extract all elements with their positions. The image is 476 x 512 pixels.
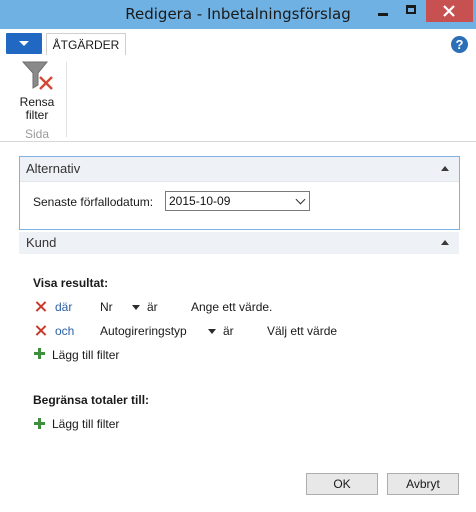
- add-filter-link[interactable]: Lägg till filter: [52, 348, 119, 362]
- due-date-label: Senaste förfallodatum:: [33, 195, 154, 209]
- clear-filter-icon: [22, 61, 53, 90]
- chevron-down-icon[interactable]: [208, 329, 216, 334]
- remove-filter-icon[interactable]: [35, 325, 46, 336]
- ribbon-body: [0, 55, 476, 142]
- add-filter-icon[interactable]: [34, 348, 45, 359]
- limit-totals-heading: Begränsa totaler till:: [33, 393, 150, 407]
- app-menu-button[interactable]: [6, 33, 42, 54]
- due-date-value: 2015-10-09: [169, 194, 231, 208]
- due-date-field[interactable]: 2015-10-09: [165, 191, 310, 211]
- filter-conjunction[interactable]: och: [55, 324, 74, 338]
- clear-filter-label: Rensa filter: [12, 96, 62, 122]
- close-button[interactable]: [426, 0, 473, 22]
- chevron-down-icon[interactable]: [132, 305, 140, 310]
- chevron-down-icon: [19, 41, 29, 46]
- collapse-caret-icon[interactable]: [441, 166, 449, 171]
- dialog-window: Redigera - Inbetalningsförslag ÅTGÄRDER …: [0, 0, 476, 512]
- filter-field-name[interactable]: Nr: [100, 300, 113, 314]
- remove-filter-icon[interactable]: [35, 301, 46, 312]
- filter-conjunction[interactable]: där: [55, 300, 72, 314]
- customer-fasttab-header[interactable]: [19, 232, 459, 254]
- close-icon: [443, 5, 455, 17]
- filter-operator: är: [147, 300, 158, 314]
- maximize-button[interactable]: [398, 0, 425, 22]
- show-results-heading: Visa resultat:: [33, 276, 109, 290]
- options-fasttab-header[interactable]: [20, 157, 459, 182]
- customer-fasttab-title: Kund: [26, 235, 57, 250]
- add-filter-icon[interactable]: [34, 418, 45, 429]
- options-fasttab-title: Alternativ: [26, 161, 81, 176]
- minimize-button[interactable]: [370, 0, 397, 22]
- ok-button[interactable]: OK: [306, 473, 378, 495]
- ribbon-group-divider: [66, 62, 67, 137]
- ribbon-group-label: Sida: [24, 127, 50, 141]
- help-icon[interactable]: ?: [451, 36, 468, 53]
- filter-value[interactable]: Ange ett värde.: [191, 300, 272, 314]
- add-totals-filter-link[interactable]: Lägg till filter: [52, 417, 119, 431]
- filter-value[interactable]: Välj ett värde: [267, 324, 337, 338]
- collapse-caret-icon[interactable]: [441, 240, 449, 245]
- filter-field-name[interactable]: Autogireringstyp: [100, 324, 187, 338]
- cancel-button[interactable]: Avbryt: [387, 473, 459, 495]
- clear-filter-label-line2: filter: [25, 108, 49, 122]
- chevron-down-icon[interactable]: [295, 194, 306, 205]
- minimize-icon: [378, 13, 388, 16]
- maximize-icon: [406, 5, 416, 14]
- filter-operator: är: [223, 324, 234, 338]
